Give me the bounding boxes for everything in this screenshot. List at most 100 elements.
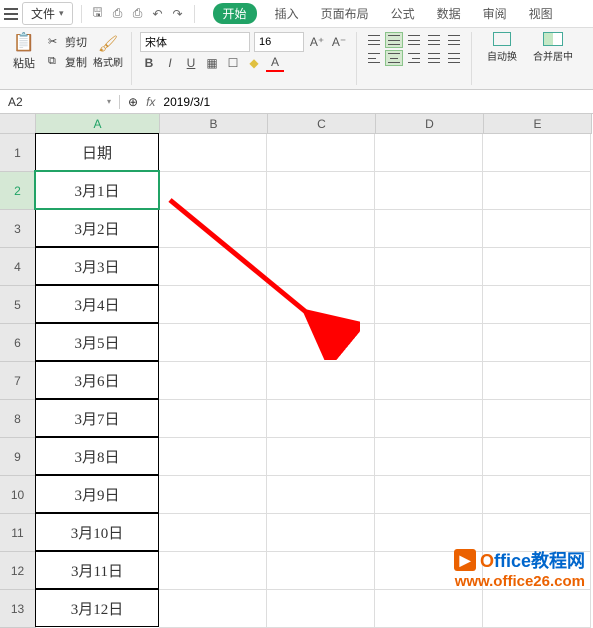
cut-button[interactable]: ✂剪切 [46,33,89,51]
cell[interactable] [375,210,483,248]
row-header[interactable]: 4 [0,248,36,286]
cell[interactable] [267,438,375,476]
cell[interactable] [159,476,267,514]
cell[interactable] [483,172,591,210]
cell[interactable] [483,286,591,324]
font-size-select[interactable] [254,32,304,52]
row-header[interactable]: 1 [0,134,36,172]
cell[interactable] [375,476,483,514]
cell[interactable] [159,248,267,286]
cell[interactable] [159,134,267,172]
cell[interactable] [483,438,591,476]
col-header-a[interactable]: A [36,114,160,134]
cell[interactable] [375,324,483,362]
tab-insert[interactable]: 插入 [271,3,303,24]
cell[interactable] [375,134,483,172]
indent-decrease-icon[interactable] [425,32,443,48]
cell[interactable] [159,172,267,210]
cell[interactable] [267,134,375,172]
cell[interactable] [375,172,483,210]
cell[interactable] [483,134,591,172]
col-header-b[interactable]: B [160,114,268,134]
align-middle-icon[interactable] [385,32,403,48]
indent-increase-icon[interactable] [445,32,463,48]
paste-button[interactable]: 📋 粘贴 [6,32,42,71]
row-header[interactable]: 5 [0,286,36,324]
row-header[interactable]: 8 [0,400,36,438]
cell[interactable] [159,552,267,590]
tab-page-layout[interactable]: 页面布局 [317,3,373,24]
cell[interactable] [267,172,375,210]
cell[interactable] [267,476,375,514]
italic-button[interactable]: I [161,54,179,72]
cell-a11[interactable]: 3月10日 [35,513,159,551]
cell-a5[interactable]: 3月4日 [35,285,159,323]
cell[interactable] [375,590,483,628]
row-header[interactable]: 12 [0,552,36,590]
cell[interactable] [267,590,375,628]
cell[interactable] [483,362,591,400]
col-header-e[interactable]: E [484,114,592,134]
row-header[interactable]: 7 [0,362,36,400]
cell-a7[interactable]: 3月6日 [35,361,159,399]
cell[interactable] [159,324,267,362]
copy-button[interactable]: ⧉复制 [46,53,89,71]
orientation-icon[interactable] [445,50,463,66]
cell[interactable] [375,248,483,286]
cell-a12[interactable]: 3月11日 [35,551,159,589]
undo-icon[interactable]: ↶ [150,6,166,22]
cell-a9[interactable]: 3月8日 [35,437,159,475]
cell-a2[interactable]: 3月1日 [35,171,159,209]
cell[interactable] [159,362,267,400]
fill-color-button[interactable]: ◆ [245,54,263,72]
col-header-c[interactable]: C [268,114,376,134]
select-all-corner[interactable] [0,114,36,134]
row-header[interactable]: 13 [0,590,36,628]
cell[interactable] [375,286,483,324]
tab-home[interactable]: 开始 [213,3,257,24]
cell[interactable] [267,248,375,286]
cell-a8[interactable]: 3月7日 [35,399,159,437]
format-painter-button[interactable]: 🖌 格式刷 [93,34,123,69]
font-name-select[interactable] [140,32,250,52]
insert-function-icon[interactable]: ⊕ [128,95,138,109]
tab-view[interactable]: 视图 [525,3,557,24]
cell-a4[interactable]: 3月3日 [35,247,159,285]
cell[interactable] [375,362,483,400]
cell[interactable] [483,248,591,286]
font-color-button[interactable]: A [266,54,284,72]
fx-icon[interactable]: fx [146,95,155,109]
cell[interactable] [483,476,591,514]
cell[interactable] [483,590,591,628]
tab-formulas[interactable]: 公式 [387,3,419,24]
align-left-icon[interactable] [365,50,383,66]
increase-font-icon[interactable]: A⁺ [308,33,326,51]
cell-a10[interactable]: 3月9日 [35,475,159,513]
align-center-icon[interactable] [385,50,403,66]
tab-review[interactable]: 审阅 [479,3,511,24]
decrease-font-icon[interactable]: A⁻ [330,33,348,51]
cell[interactable] [159,590,267,628]
cell[interactable] [267,552,375,590]
cell[interactable] [267,362,375,400]
bold-button[interactable]: B [140,54,158,72]
row-header[interactable]: 2 [0,172,36,210]
align-bottom-icon[interactable] [405,32,423,48]
underline-button[interactable]: U [182,54,200,72]
cell-a1[interactable]: 日期 [35,133,159,171]
print-icon[interactable]: ⎙ [130,6,146,22]
cell[interactable] [159,400,267,438]
print-preview-icon[interactable]: ⎙ [110,6,126,22]
wrap-text-button[interactable]: 自动换 [480,32,524,63]
row-header[interactable]: 10 [0,476,36,514]
redo-icon[interactable]: ↷ [170,6,186,22]
cell[interactable] [483,400,591,438]
cell[interactable] [483,324,591,362]
cell-a6[interactable]: 3月5日 [35,323,159,361]
name-box[interactable]: A2 [0,95,120,109]
cell[interactable] [159,514,267,552]
cell[interactable] [159,286,267,324]
hamburger-icon[interactable] [4,8,18,20]
merge-center-button[interactable]: 合并居中 [528,32,578,63]
row-header[interactable]: 6 [0,324,36,362]
